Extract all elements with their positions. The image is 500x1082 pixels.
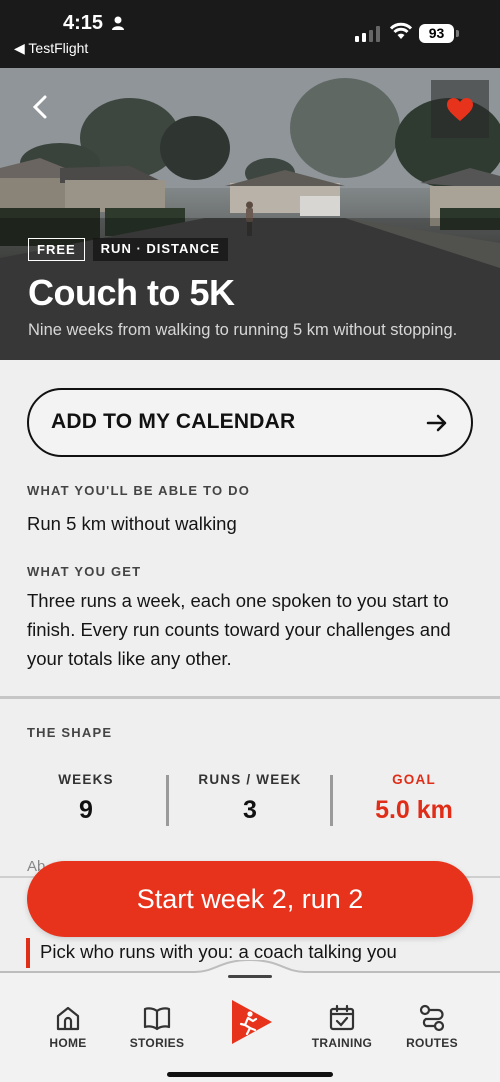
program-title: Couch to 5K [28,272,235,313]
back-icon[interactable] [28,94,54,120]
back-to-testflight-link[interactable]: ◀ TestFlight [14,40,88,57]
tab-training[interactable]: TRAINING [297,1004,387,1050]
add-to-calendar-label: ADD TO MY CALENDAR [51,410,296,433]
heart-icon [447,97,473,121]
status-bar: 4:15 ◀ TestFlight 93 [0,0,500,68]
tab-bar: HOME STORIES TRAINING ROUTES [0,960,500,1082]
what-you-get-text: Three runs a week, each one spoken to yo… [27,590,451,669]
shape-label: THE SHAPE [27,725,113,740]
add-to-calendar-button[interactable]: ADD TO MY CALENDAR [27,388,473,457]
free-tag: FREE [28,238,85,261]
what-you-get-label: WHAT YOU GET [27,564,142,579]
tab-stories[interactable]: STORIES [112,1004,202,1050]
home-indicator [167,1072,333,1077]
run-play-icon[interactable] [230,998,274,1046]
tab-label: TRAINING [311,1036,373,1050]
home-icon [56,1006,80,1031]
able-to-do-label: WHAT YOU'LL BE ABLE TO DO [27,483,251,498]
program-subtitle: Nine weeks from walking to running 5 km … [28,321,458,339]
tab-label: HOME [49,1036,87,1050]
stat-label: WEEKS [58,772,114,787]
center-tab-indicator [228,975,272,978]
arrow-right-icon [426,414,447,432]
stat-separator [330,775,333,826]
tab-label: STORIES [129,1036,185,1050]
stat-label: RUNS / WEEK [198,772,302,787]
stat-label: GOAL [392,772,436,787]
status-time: 4:15 [63,12,104,34]
stat-runs-per-week: RUNS / WEEK 3 [170,772,330,825]
category-tag: RUN · DISTANCE [92,238,228,261]
able-to-do-text: Run 5 km without walking [27,513,237,534]
tab-routes[interactable]: ROUTES [387,1004,477,1050]
signal-icon [355,26,380,42]
start-run-button[interactable]: Start week 2, run 2 [27,861,473,937]
stat-weeks: WEEKS 9 [6,772,166,825]
person-icon [112,16,124,30]
stat-separator [166,775,169,826]
wifi-icon [389,22,413,39]
stat-value: 9 [79,796,93,824]
hero-banner: FREE RUN · DISTANCE Couch to 5K Nine wee… [0,68,500,360]
calendar-check-icon [329,1004,355,1031]
battery-tip [456,30,459,37]
book-icon [143,1007,171,1031]
stat-value: 5.0 km [375,796,453,824]
hero-photo [0,68,500,360]
tag-row: FREE RUN · DISTANCE [28,238,228,261]
tab-label: ROUTES [406,1036,458,1050]
favorite-button[interactable] [431,80,489,138]
tab-home[interactable]: HOME [23,1004,113,1050]
route-icon [419,1004,445,1032]
battery-indicator: 93 [419,24,454,43]
section-divider [0,696,500,699]
stat-value: 3 [243,796,257,824]
stat-goal: GOAL 5.0 km [334,772,494,825]
